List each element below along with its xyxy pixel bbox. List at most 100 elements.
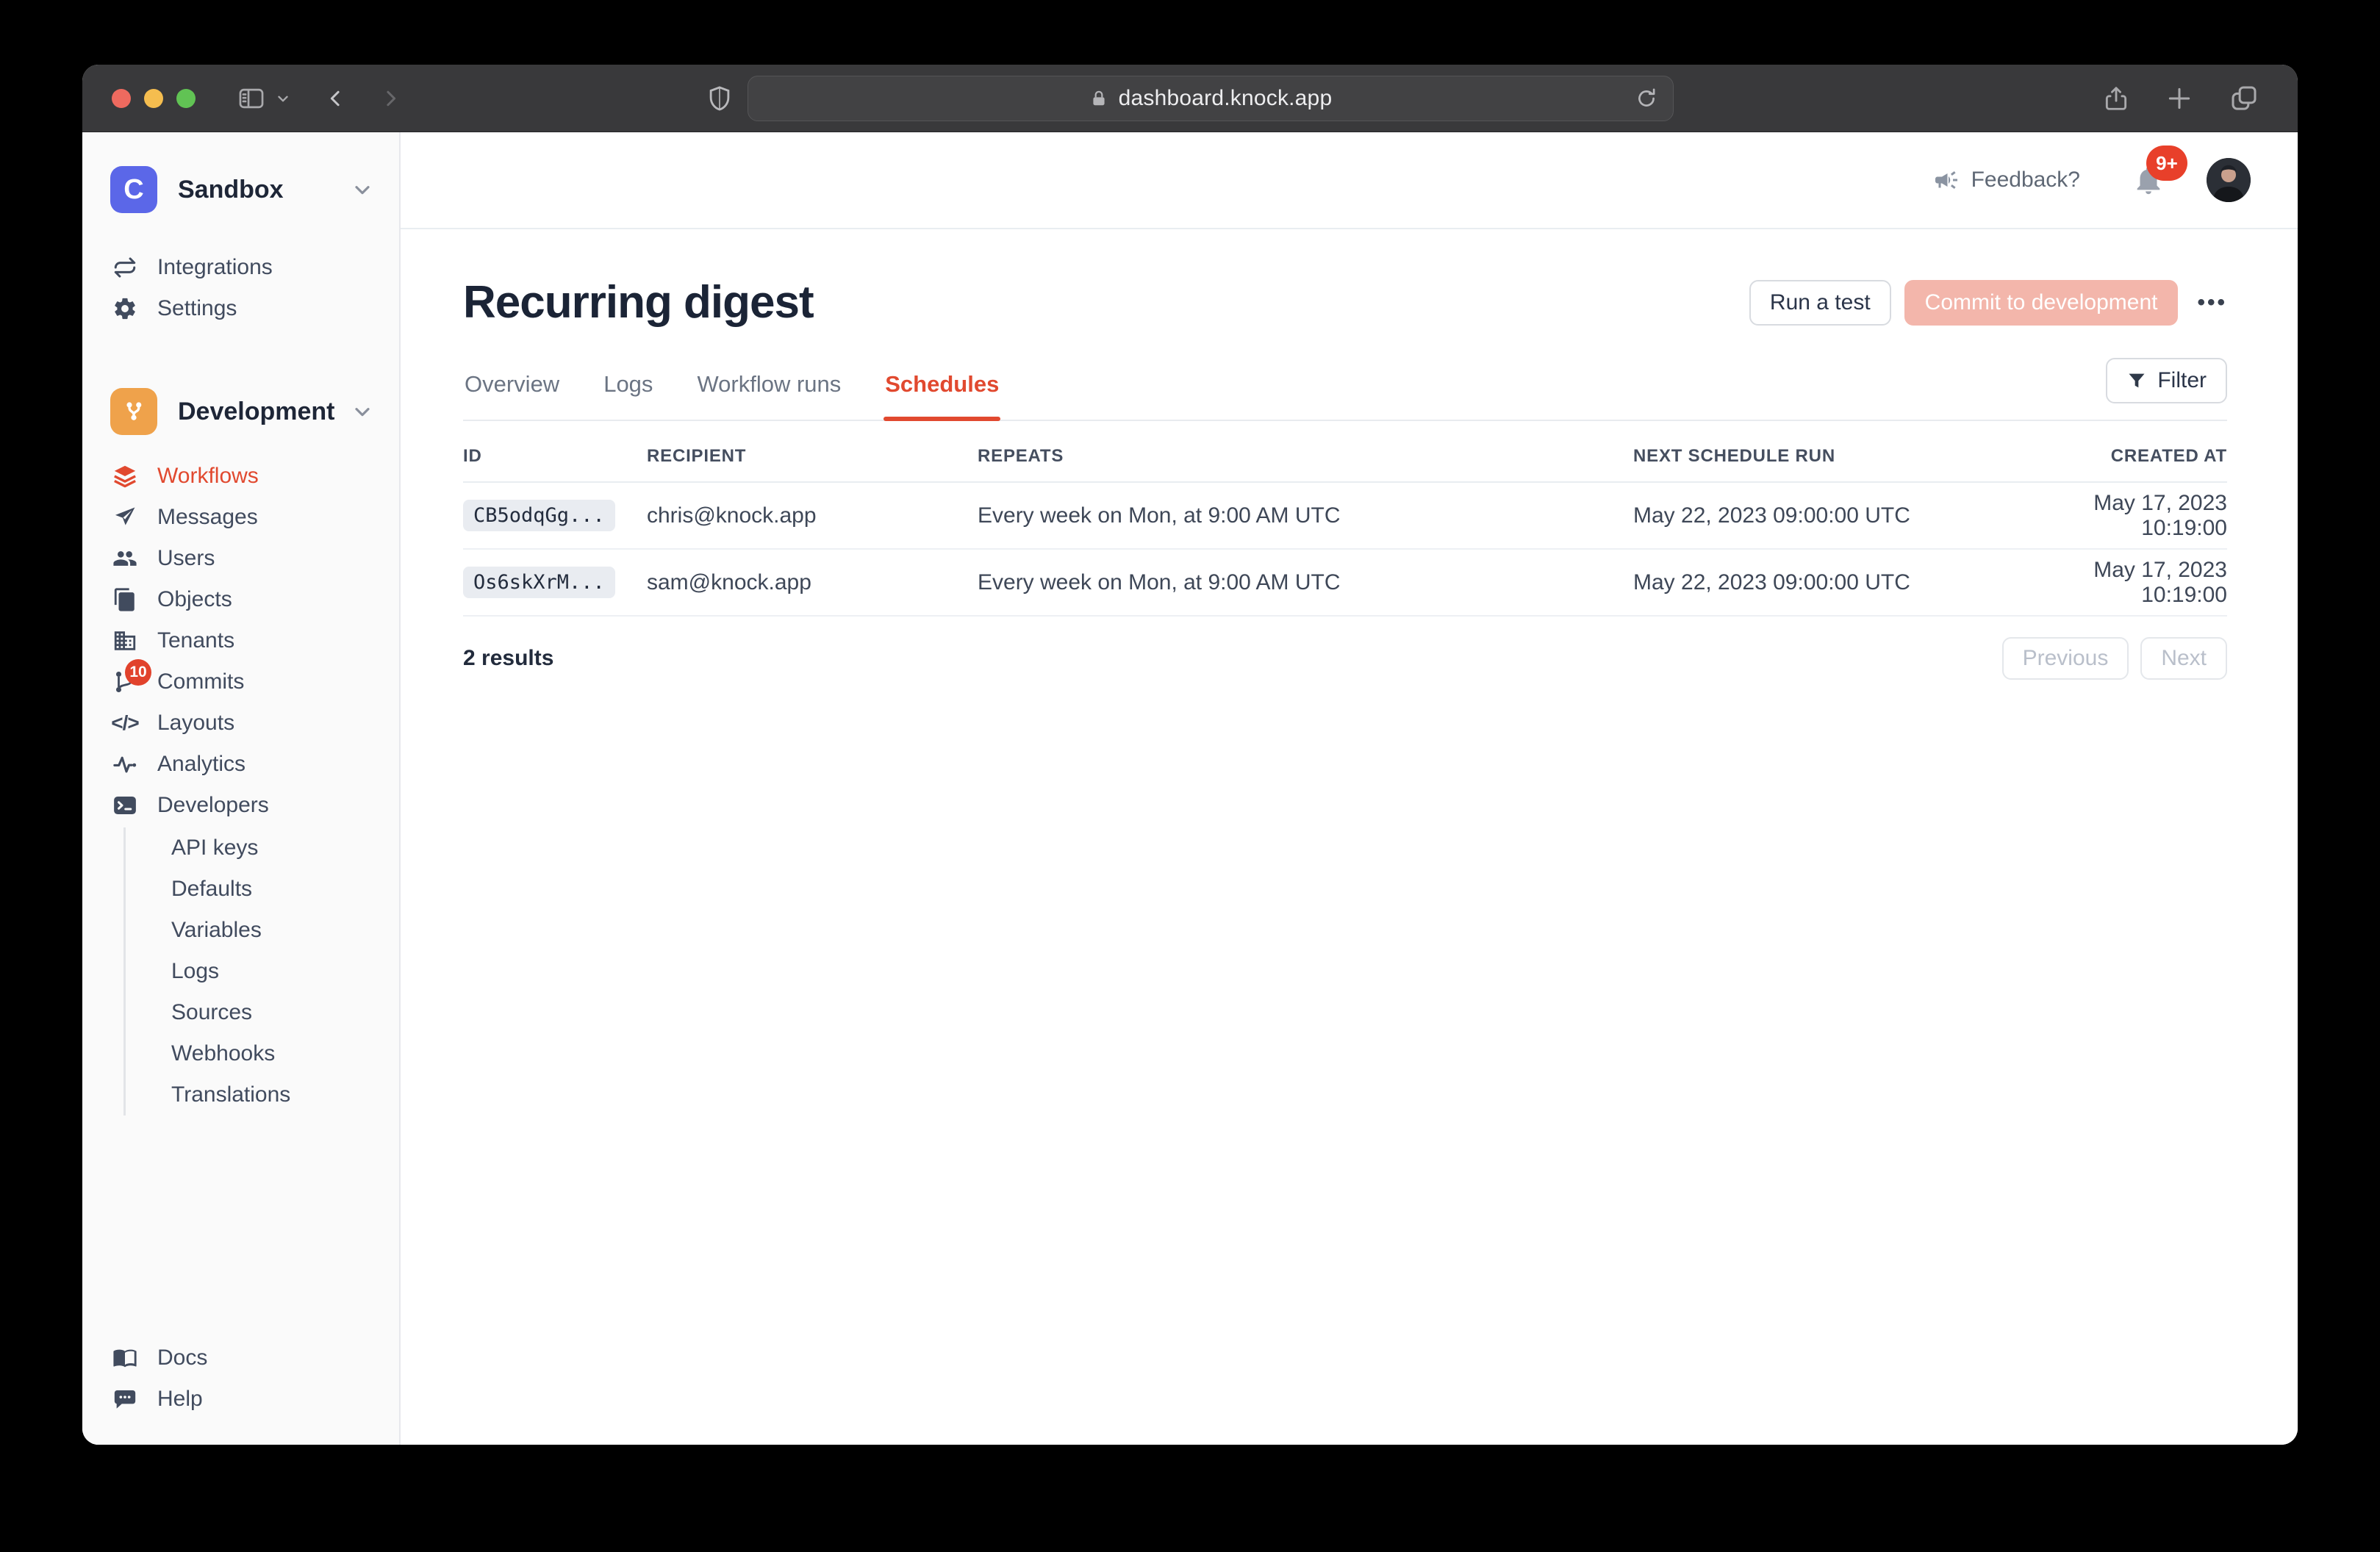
paper-plane-icon bbox=[110, 505, 140, 530]
book-icon bbox=[110, 1346, 140, 1370]
sidebar-subitem-variables[interactable]: Variables bbox=[126, 910, 379, 951]
repeats-cell: Every week on Mon, at 9:00 AM UTC bbox=[978, 570, 1633, 595]
chat-bubble-icon bbox=[110, 1387, 140, 1412]
tab-overview[interactable]: Overview bbox=[463, 361, 561, 420]
tab-overview-icon[interactable] bbox=[2229, 84, 2259, 113]
sidebar-toggle-icon[interactable] bbox=[235, 85, 268, 112]
sidebar-item-label: Commits bbox=[157, 669, 244, 694]
sidebar-subitem-translations[interactable]: Translations bbox=[126, 1074, 379, 1116]
sidebar-subitem-webhooks[interactable]: Webhooks bbox=[126, 1033, 379, 1074]
workspace-switcher[interactable]: C Sandbox bbox=[110, 166, 379, 213]
sidebar-item-workflows[interactable]: Workflows bbox=[110, 456, 379, 497]
created-at-cell: May 17, 2023 10:19:00 bbox=[2045, 491, 2227, 541]
lock-icon bbox=[1089, 87, 1108, 109]
address-bar[interactable]: dashboard.knock.app bbox=[748, 76, 1674, 121]
recipient-cell: sam@knock.app bbox=[647, 570, 978, 595]
commit-to-development-button[interactable]: Commit to development bbox=[1904, 280, 2179, 326]
sidebar-item-label: Integrations bbox=[157, 255, 273, 280]
sidebar: C Sandbox Integrations bbox=[82, 132, 401, 1445]
filter-button[interactable]: Filter bbox=[2106, 358, 2227, 403]
tab-logs[interactable]: Logs bbox=[602, 361, 654, 420]
sidebar-item-label: Layouts bbox=[157, 711, 234, 736]
swap-arrows-icon bbox=[110, 255, 140, 280]
code-brackets-icon: </> bbox=[110, 711, 140, 735]
url-text: dashboard.knock.app bbox=[1119, 86, 1333, 111]
sidebar-item-settings[interactable]: Settings bbox=[110, 288, 379, 329]
sidebar-subitem-sources[interactable]: Sources bbox=[126, 992, 379, 1033]
schedule-id[interactable]: Os6skXrM... bbox=[463, 567, 615, 598]
tab-bar: Overview Logs Workflow runs Schedules Fi… bbox=[463, 361, 2227, 421]
tab-workflow-runs[interactable]: Workflow runs bbox=[695, 361, 842, 420]
filter-label: Filter bbox=[2157, 368, 2207, 393]
next-page-button[interactable]: Next bbox=[2140, 637, 2227, 680]
documents-icon bbox=[110, 587, 140, 612]
sidebar-item-label: Workflows bbox=[157, 464, 259, 489]
new-tab-icon[interactable] bbox=[2165, 85, 2193, 112]
column-header-repeats: REPEATS bbox=[978, 446, 1633, 467]
sidebar-item-objects[interactable]: Objects bbox=[110, 579, 379, 620]
sidebar-item-messages[interactable]: Messages bbox=[110, 497, 379, 538]
sidebar-item-analytics[interactable]: Analytics bbox=[110, 744, 379, 785]
more-options-button[interactable]: ••• bbox=[2197, 290, 2227, 315]
recipient-cell: chris@knock.app bbox=[647, 503, 978, 528]
previous-page-button[interactable]: Previous bbox=[2002, 637, 2129, 680]
sidebar-item-integrations[interactable]: Integrations bbox=[110, 247, 379, 288]
browser-toolbar: dashboard.knock.app bbox=[82, 65, 2298, 132]
table-row[interactable]: Os6skXrM... sam@knock.app Every week on … bbox=[463, 550, 2227, 617]
sidebar-item-layouts[interactable]: </> Layouts bbox=[110, 703, 379, 744]
sidebar-item-developers[interactable]: Developers bbox=[110, 785, 379, 826]
sidebar-item-help[interactable]: Help bbox=[110, 1379, 379, 1420]
sidebar-item-commits[interactable]: 10 Commits bbox=[110, 661, 379, 703]
environment-logo bbox=[110, 388, 157, 435]
environment-name: Development bbox=[178, 398, 351, 426]
git-branch-icon: 10 bbox=[110, 669, 140, 694]
column-header-recipient: RECIPIENT bbox=[647, 446, 978, 467]
zoom-window-button[interactable] bbox=[176, 89, 196, 108]
terminal-icon bbox=[110, 793, 140, 818]
pulse-icon bbox=[110, 752, 140, 777]
browser-window: dashboard.knock.app bbox=[82, 65, 2298, 1445]
avatar[interactable] bbox=[2207, 158, 2251, 202]
minimize-window-button[interactable] bbox=[144, 89, 163, 108]
share-icon[interactable] bbox=[2102, 82, 2130, 115]
sidebar-subitem-defaults[interactable]: Defaults bbox=[126, 869, 379, 910]
table-row[interactable]: CB5odqGg... chris@knock.app Every week o… bbox=[463, 483, 2227, 550]
next-run-cell: May 22, 2023 09:00:00 UTC bbox=[1633, 503, 2045, 528]
gear-icon bbox=[110, 296, 140, 321]
window-controls bbox=[112, 89, 196, 108]
commits-count-badge: 10 bbox=[125, 659, 151, 686]
notification-count-badge: 9+ bbox=[2146, 146, 2187, 181]
sidebar-subitem-logs[interactable]: Logs bbox=[126, 951, 379, 992]
sidebar-item-label: Docs bbox=[157, 1346, 207, 1370]
schedule-id[interactable]: CB5odqGg... bbox=[463, 500, 615, 531]
forward-button[interactable] bbox=[379, 86, 401, 111]
sidebar-item-label: Tenants bbox=[157, 628, 234, 653]
sidebar-item-users[interactable]: Users bbox=[110, 538, 379, 579]
feedback-button[interactable]: Feedback? bbox=[1933, 167, 2080, 193]
notifications-button[interactable]: 9+ bbox=[2132, 162, 2165, 198]
sidebar-subitem-api-keys[interactable]: API keys bbox=[126, 827, 379, 869]
privacy-shield-icon[interactable] bbox=[706, 82, 734, 115]
sidebar-item-label: Help bbox=[157, 1387, 203, 1412]
close-window-button[interactable] bbox=[112, 89, 131, 108]
chevron-down-icon bbox=[351, 400, 374, 423]
tab-schedules[interactable]: Schedules bbox=[883, 361, 1000, 420]
sidebar-item-label: Users bbox=[157, 546, 215, 571]
chevron-down-icon bbox=[351, 178, 374, 201]
desktop-background: dashboard.knock.app bbox=[0, 0, 2380, 1552]
back-button[interactable] bbox=[325, 86, 347, 111]
column-header-id: ID bbox=[463, 446, 647, 467]
repeats-cell: Every week on Mon, at 9:00 AM UTC bbox=[978, 503, 1633, 528]
next-run-cell: May 22, 2023 09:00:00 UTC bbox=[1633, 570, 2045, 595]
page-title: Recurring digest bbox=[463, 276, 1749, 328]
reload-icon[interactable] bbox=[1635, 86, 1658, 111]
sidebar-item-docs[interactable]: Docs bbox=[110, 1337, 379, 1379]
created-at-cell: May 17, 2023 10:19:00 bbox=[2045, 558, 2227, 608]
sidebar-item-tenants[interactable]: Tenants bbox=[110, 620, 379, 661]
main-area: Feedback? 9+ bbox=[401, 132, 2298, 1445]
run-a-test-button[interactable]: Run a test bbox=[1749, 280, 1891, 326]
sidebar-menu-chevron-icon[interactable] bbox=[275, 90, 291, 107]
environment-switcher[interactable]: Development bbox=[110, 388, 379, 435]
sidebar-item-label: Analytics bbox=[157, 752, 245, 777]
page-content: Recurring digest Run a test Commit to de… bbox=[401, 229, 2298, 1445]
